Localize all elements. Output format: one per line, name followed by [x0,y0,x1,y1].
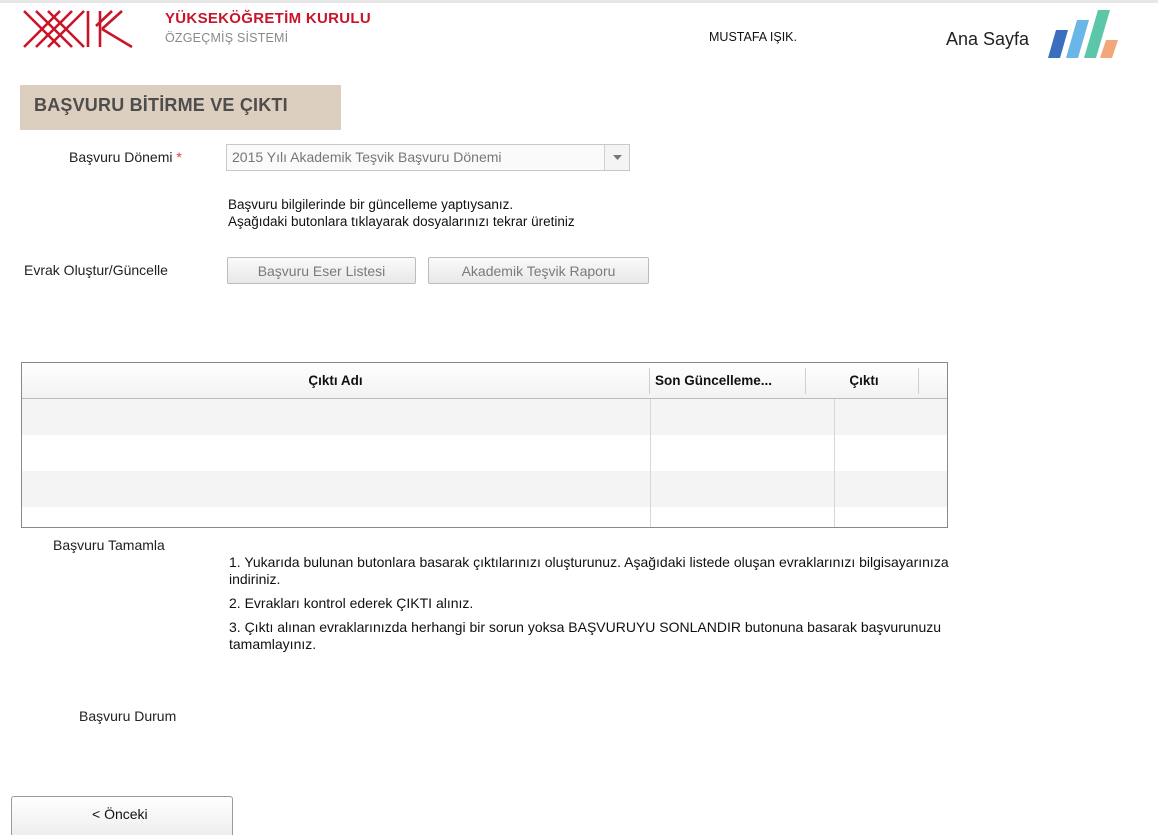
tesvik-raporu-button[interactable]: Akademik Teşvik Raporu [428,257,649,284]
column-line [650,399,651,527]
chevron-down-icon [613,155,622,160]
table-row [22,435,947,471]
select-arrow[interactable] [604,145,629,170]
output-grid: Çıktı Adı Son Güncelleme... Çıktı [21,362,948,528]
home-link[interactable]: Ana Sayfa [946,29,1029,50]
org-title: YÜKSEKÖĞRETİM KURULU [165,10,372,27]
column-separator [918,368,919,394]
column-header-cikti-adi[interactable]: Çıktı Adı [22,363,649,399]
instructions-list: 1. Yukarıda bulunan butonlara basarak çı… [229,554,949,660]
info-line-1: Başvuru bilgilerinde bir güncelleme yapt… [228,197,514,212]
table-row [22,507,947,527]
instruction-step-1: 1. Yukarıda bulunan butonlara basarak çı… [229,554,949,587]
period-label-text: Başvuru Dönemi [69,149,173,165]
required-mark: * [176,149,182,165]
grid-header: Çıktı Adı Son Güncelleme... Çıktı [22,363,947,399]
column-line [834,399,835,527]
page-title: BAŞVURU BİTİRME VE ÇIKTI [34,95,288,115]
period-label: Başvuru Dönemi * [69,149,182,165]
status-label: Başvuru Durum [79,708,177,724]
column-separator [805,368,806,394]
instruction-step-2: 2. Evrakları kontrol ederek ÇIKTI alınız… [229,595,474,611]
complete-label: Başvuru Tamamla [53,537,165,553]
info-line-2: Aşağıdaki butonlara tıklayarak dosyaları… [228,214,575,229]
column-header-son-guncelleme[interactable]: Son Güncelleme... [655,363,805,399]
brand-bars-icon[interactable] [1040,6,1118,60]
table-row [22,471,947,507]
period-select-value: 2015 Yılı Akademik Teşvik Başvuru Dönemi [232,149,502,165]
previous-button[interactable]: < Önceki [11,796,233,835]
table-row [22,399,947,435]
column-separator [649,368,650,394]
period-select[interactable]: 2015 Yılı Akademik Teşvik Başvuru Dönemi [226,144,630,171]
eser-listesi-button[interactable]: Başvuru Eser Listesi [227,257,416,284]
user-name: MUSTAFA IŞIK. [709,30,797,44]
top-border [0,0,1158,3]
org-subtitle: ÖZGEÇMİŞ SİSTEMİ [165,31,289,45]
column-header-cikti[interactable]: Çıktı [834,363,924,399]
instruction-step-3: 3. Çıktı alınan evraklarınızda herhangi … [229,619,942,652]
yok-logo-icon [23,10,133,49]
docs-label: Evrak Oluştur/Güncelle [24,262,168,278]
